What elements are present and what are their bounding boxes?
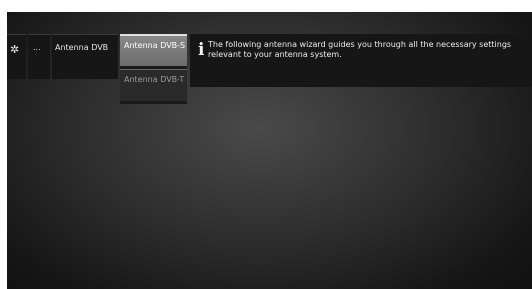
antenna-submenu: Antenna DVB-S Antenna DVB-T — [120, 34, 187, 104]
breadcrumb-settings[interactable]: ✲ — [7, 34, 26, 79]
gear-icon: ✲ — [10, 43, 20, 56]
menu-item-label: Antenna DVB-S — [124, 41, 186, 50]
menu-item-antenna-dvb-s[interactable]: Antenna DVB-S — [120, 34, 187, 66]
info-text: The following antenna wizard guides you … — [208, 40, 512, 59]
info-panel: i The following antenna wizard guides yo… — [190, 34, 532, 87]
info-icon: i — [198, 40, 205, 60]
menu-item-label: Antenna DVB-T — [124, 75, 185, 84]
menu-item-antenna-dvb-t[interactable]: Antenna DVB-T — [120, 69, 187, 101]
tv-screen: ✲ ... Antenna DVB Antenna DVB-S Antenna … — [7, 12, 532, 289]
breadcrumb-antenna-dvb[interactable]: Antenna DVB — [52, 34, 118, 79]
breadcrumb-ellipsis-label: ... — [33, 43, 41, 52]
breadcrumb-ellipsis[interactable]: ... — [28, 34, 50, 79]
breadcrumb-antenna-dvb-label: Antenna DVB — [55, 43, 109, 52]
